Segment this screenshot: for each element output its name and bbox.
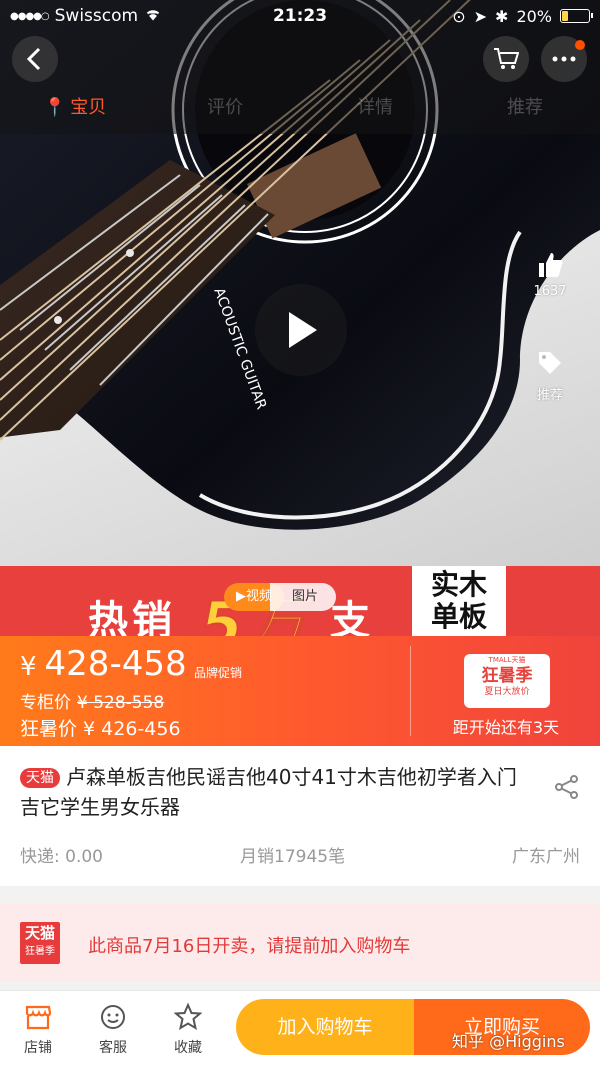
product-hero-image[interactable]: ACOUSTIC GUITAR ●●●●○ Swisscom 21:23 ⊙ ➤… — [0, 0, 600, 566]
service-button[interactable]: 客服 — [85, 1003, 141, 1057]
event-logo-brand: TMALL天猫 — [488, 656, 526, 664]
currency-symbol: ¥ — [20, 652, 37, 682]
photo-tab-label: 图片 — [292, 589, 319, 604]
recommend-label: 推荐 — [536, 388, 563, 403]
main-price: ¥428-458 — [20, 644, 187, 684]
thumbs-up-icon — [539, 253, 563, 277]
back-button[interactable] — [12, 36, 58, 82]
price-divider — [410, 646, 411, 736]
store-button[interactable]: 店铺 — [10, 1003, 66, 1057]
favorite-button[interactable]: 收藏 — [160, 1003, 216, 1057]
presale-notice: 天猫 狂暑季 此商品7月16日开卖，请提前加入购物车 — [0, 904, 600, 982]
promo-unit-text: 支 — [330, 598, 374, 636]
product-info: 天猫 卢森单板吉他民谣吉他40寸41寸木吉他初学者入门吉它学生男女乐器 快递: 0… — [0, 746, 600, 886]
share-icon — [555, 775, 578, 799]
price-band: ¥428-458 品牌促销 专柜价 ¥ 528-558 狂暑价 ¥ 426-456 … — [0, 636, 600, 746]
store-label: 店铺 — [24, 1040, 52, 1056]
more-button[interactable] — [541, 36, 587, 82]
brand-promo-tag: 品牌促销 — [194, 666, 243, 680]
summer-price-value: ¥ 426-456 — [83, 718, 181, 740]
tab-details-label: 详情 — [357, 97, 393, 118]
event-countdown: 距开始还有3天 — [452, 718, 560, 737]
location-icon: ➤ — [473, 6, 488, 26]
event-logo-sub: 夏日大放价 — [484, 687, 530, 697]
product-page: ACOUSTIC GUITAR ●●●●○ Swisscom 21:23 ⊙ ➤… — [0, 0, 600, 1067]
photo-tab[interactable]: 图片 — [270, 583, 337, 611]
play-icon — [289, 312, 317, 348]
tab-reviews[interactable]: 评价 — [150, 88, 300, 128]
wifi-icon — [144, 6, 162, 26]
shipping-fee: 快递: 0.00 — [20, 847, 103, 867]
tab-item-label: 宝贝 — [70, 97, 107, 118]
presale-logo-line1: 天猫 — [24, 924, 55, 942]
bluetooth-icon: ✱ — [495, 6, 509, 26]
notification-dot — [575, 40, 585, 50]
presale-logo: 天猫 狂暑季 — [20, 922, 60, 964]
share-button[interactable] — [550, 770, 584, 804]
video-tab-label: 视频 — [246, 589, 273, 604]
like-action[interactable]: 1637 — [525, 250, 575, 299]
product-title-text: 卢森单板吉他民谣吉他40寸41寸木吉他初学者入门吉它学生男女乐器 — [20, 765, 517, 819]
summer-event-logo: TMALL天猫 狂暑季 夏日大放价 — [464, 654, 550, 708]
carrier-label: Swisscom — [54, 6, 139, 26]
event-logo-name: 狂暑季 — [481, 666, 533, 686]
favorite-label: 收藏 — [174, 1040, 202, 1056]
battery-icon — [560, 9, 593, 23]
presale-logo-line2: 狂暑季 — [25, 946, 55, 957]
recommend-action[interactable]: 推荐 — [525, 350, 575, 403]
watermark: 知乎 @Higgins — [452, 1032, 565, 1051]
solid-wood-line1: 实木 — [430, 568, 487, 601]
counter-price-label: 专柜价 — [20, 693, 71, 713]
presale-message: 此商品7月16日开卖，请提前加入购物车 — [88, 936, 411, 957]
star-icon — [174, 1003, 202, 1031]
product-meta: 快递: 0.00 月销17945笔 广东广州 — [0, 842, 600, 867]
chat-face-icon — [101, 1005, 125, 1029]
play-small-icon: ▶ — [236, 589, 246, 604]
signal-icon: ●●●●○ — [10, 10, 50, 22]
product-title: 天猫 卢森单板吉他民谣吉他40寸41寸木吉他初学者入门吉它学生男女乐器 — [20, 762, 530, 822]
play-video-button[interactable] — [255, 284, 347, 376]
more-dots-icon — [552, 56, 576, 62]
service-label: 客服 — [99, 1040, 127, 1056]
cart-icon — [494, 48, 519, 69]
counter-price-value: ¥ 528-558 — [77, 693, 165, 713]
tab-recommend[interactable]: 推荐 — [450, 88, 600, 128]
tab-item[interactable]: 📍 宝贝 — [0, 88, 150, 128]
tab-details[interactable]: 详情 — [300, 88, 450, 128]
battery-percent: 20% — [516, 6, 552, 26]
ship-location: 广东广州 — [512, 847, 580, 867]
solid-wood-badge: 实木 单板 — [412, 566, 506, 636]
status-bar: ●●●●○ Swisscom 21:23 ⊙ ➤ ✱ 20% — [0, 0, 600, 32]
price-range: 428-458 — [44, 644, 187, 684]
promo-hot-text: 热销 — [88, 598, 176, 636]
cart-button[interactable] — [483, 36, 529, 82]
store-icon — [25, 1005, 52, 1030]
monthly-sales: 月销17945笔 — [240, 847, 346, 867]
summer-price-label: 狂暑价 — [20, 718, 78, 740]
solid-wood-line2: 单板 — [430, 600, 487, 633]
tab-recommend-label: 推荐 — [507, 97, 543, 118]
summer-price: 狂暑价 ¥ 426-456 — [20, 714, 181, 741]
media-toggle: ▶视频 图片 — [224, 583, 337, 611]
tag-icon — [539, 352, 561, 374]
tab-reviews-label: 评价 — [207, 97, 243, 118]
tmall-tag: 天猫 — [20, 768, 60, 788]
lock-rotation-icon: ⊙ — [452, 6, 466, 26]
location-pin-icon: 📍 — [43, 97, 67, 118]
nav-tabs: 📍 宝贝 评价 详情 推荐 — [0, 88, 600, 128]
chevron-left-icon — [26, 47, 41, 71]
add-to-cart-button[interactable]: 加入购物车 — [236, 999, 414, 1055]
like-count: 1637 — [533, 284, 567, 299]
counter-price: 专柜价 ¥ 528-558 — [20, 688, 164, 713]
